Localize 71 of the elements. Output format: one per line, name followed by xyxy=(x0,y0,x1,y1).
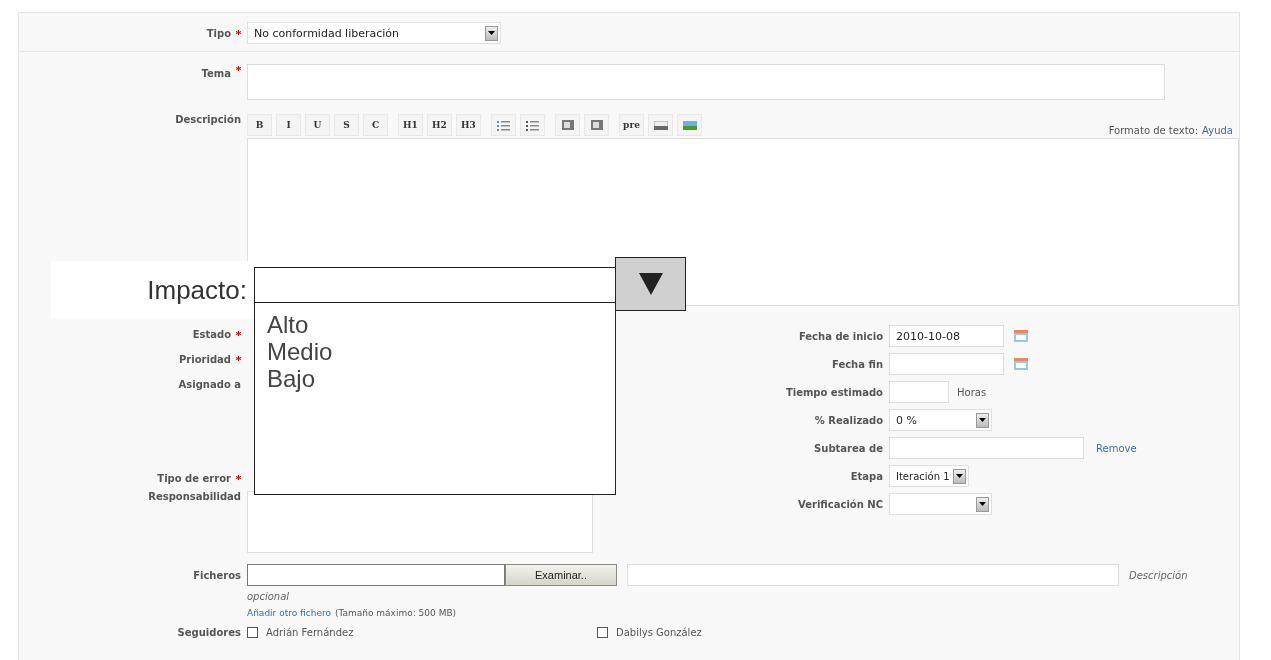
text-format-help: Formato de texto: xyxy=(1108,124,1199,136)
date-field[interactable]: 2010-10-08 xyxy=(889,325,1004,347)
format-button[interactable]: H2 xyxy=(427,114,452,136)
impact-combobox[interactable] xyxy=(254,267,616,303)
image-icon xyxy=(682,120,697,130)
impact-label: Impacto: xyxy=(147,274,247,306)
select-field[interactable]: 0 % xyxy=(889,409,992,431)
watcher-name: Adrián Fernández xyxy=(266,626,354,638)
format-button[interactable]: H3 xyxy=(456,114,481,136)
triangle-icon xyxy=(638,273,663,295)
checkbox[interactable] xyxy=(247,626,258,638)
select-field[interactable]: Iteración 1 xyxy=(889,465,969,487)
field-label: % Realizado xyxy=(814,414,883,426)
calendar-icon[interactable] xyxy=(1014,330,1028,342)
format-button[interactable]: pre xyxy=(619,114,644,136)
bullet-list-icon xyxy=(497,119,510,131)
field-label: Tipo xyxy=(206,27,231,39)
calendar-icon[interactable] xyxy=(1014,358,1028,370)
format-button[interactable] xyxy=(491,114,516,136)
image-icon xyxy=(653,120,668,130)
field-label: Estado xyxy=(192,329,231,340)
date-field[interactable] xyxy=(889,353,1004,375)
checkbox[interactable] xyxy=(597,626,608,638)
field-label: Subtarea de xyxy=(814,442,883,454)
format-button[interactable]: I xyxy=(276,114,301,136)
field-label: Fecha de inicio xyxy=(798,330,883,342)
format-button[interactable] xyxy=(677,114,702,136)
hours-unit: Horas xyxy=(957,386,987,398)
format-button[interactable] xyxy=(584,114,609,136)
field-label: Seguidores xyxy=(177,626,241,638)
field-label: Etapa xyxy=(850,470,883,482)
format-button[interactable]: H1 xyxy=(398,114,423,136)
type-select[interactable]: No conformidad liberación xyxy=(247,22,501,44)
field-label: Fecha fin xyxy=(832,358,883,370)
browse-button[interactable]: Examinar.. xyxy=(505,564,617,586)
add-file-link[interactable]: Añadir otro fichero xyxy=(247,608,331,618)
numbered-list-icon xyxy=(526,119,539,131)
format-button[interactable]: B xyxy=(247,114,272,136)
option-item[interactable]: Medio xyxy=(267,338,333,365)
file-field[interactable] xyxy=(247,564,505,586)
optional-note: opcional xyxy=(247,590,290,602)
field-label: Verificación NC xyxy=(798,498,883,510)
field-label: Descripción xyxy=(175,114,241,125)
field-label: Prioridad xyxy=(179,354,231,365)
field-label: Responsabilidad xyxy=(148,491,241,502)
help-link[interactable]: Ayuda xyxy=(1202,124,1233,136)
field-label: Tema xyxy=(201,68,231,79)
format-button[interactable]: S xyxy=(334,114,359,136)
description-hint: Descripción xyxy=(1129,569,1188,581)
select-field[interactable] xyxy=(889,493,992,515)
format-button[interactable]: C xyxy=(363,114,388,136)
format-button[interactable] xyxy=(555,114,580,136)
option-item[interactable]: Alto xyxy=(267,311,309,338)
subtask-field[interactable] xyxy=(889,437,1084,459)
text-block-icon xyxy=(561,120,574,130)
text-block-icon xyxy=(590,120,603,130)
format-button[interactable]: U xyxy=(305,114,330,136)
hours-field[interactable] xyxy=(889,381,949,403)
max-size-note: (Tamaño máximo: 500 MB) xyxy=(334,608,457,618)
format-button[interactable] xyxy=(520,114,545,136)
field-label: Tipo de error xyxy=(157,472,231,484)
field-label: Tiempo estimado xyxy=(785,386,883,398)
watcher-name: Dabilys González xyxy=(616,626,702,638)
dropdown-button[interactable] xyxy=(615,257,686,311)
format-button[interactable] xyxy=(648,114,673,136)
option-item[interactable]: Bajo xyxy=(267,365,316,392)
subject-field[interactable] xyxy=(247,64,1165,100)
field-label: Asignado a xyxy=(178,379,241,390)
file-description-field[interactable] xyxy=(627,564,1119,586)
field-label: Ficheros xyxy=(193,569,241,581)
remove-link[interactable]: Remove xyxy=(1096,442,1137,454)
